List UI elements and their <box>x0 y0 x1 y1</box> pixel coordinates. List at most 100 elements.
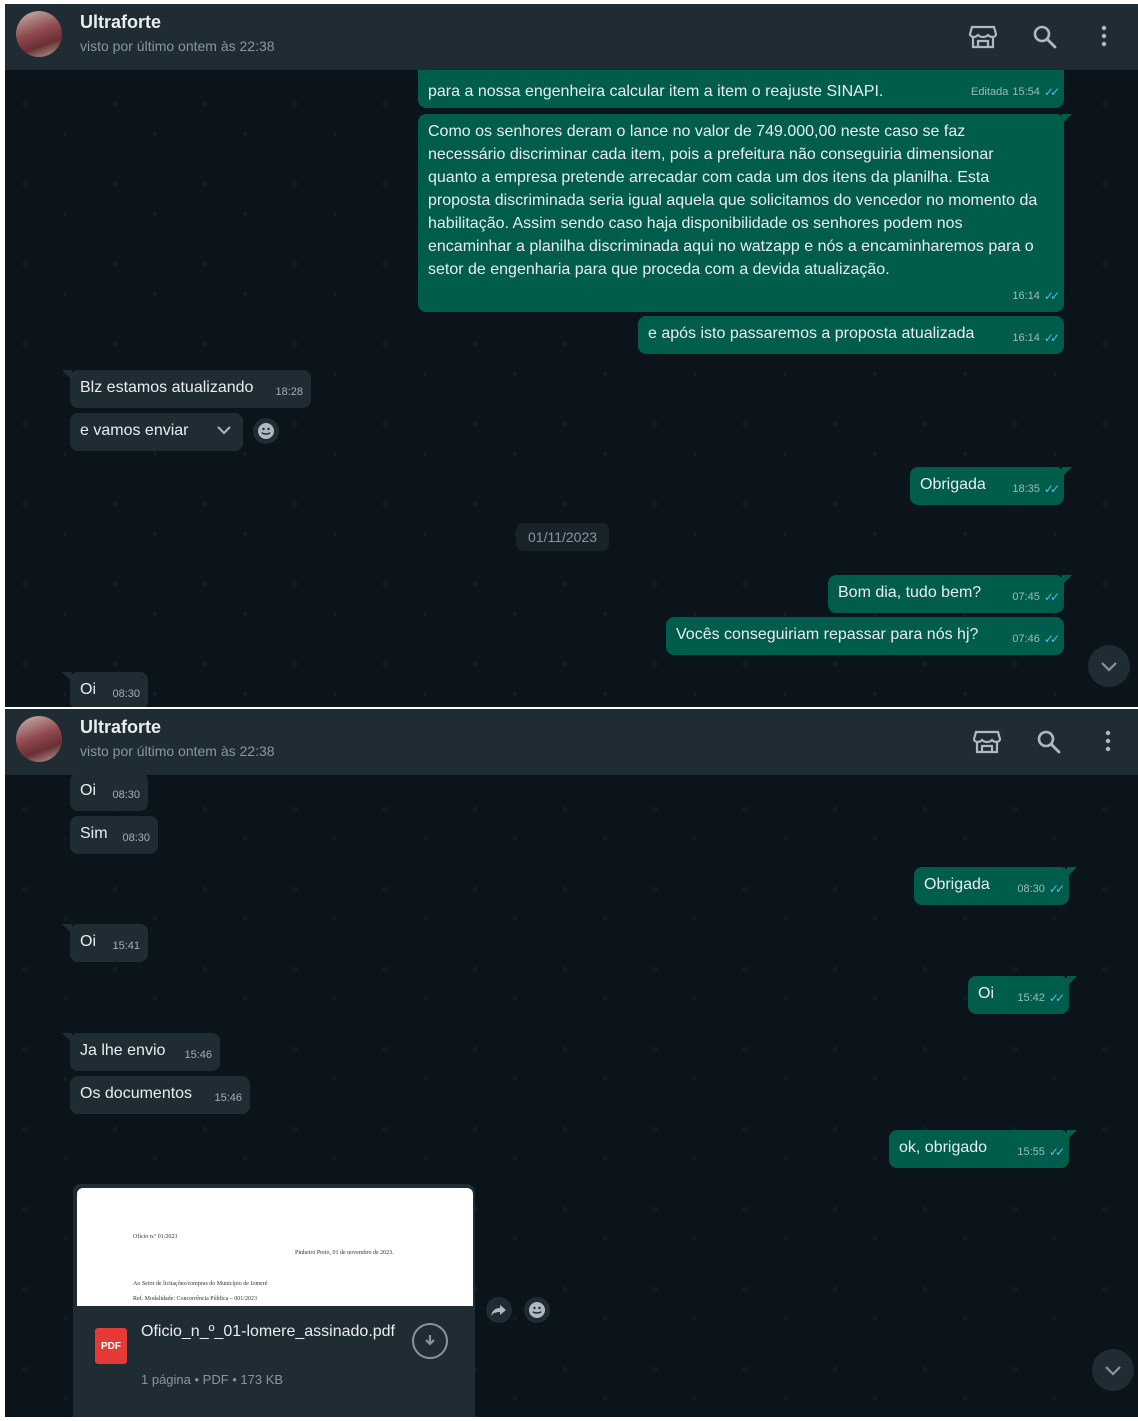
message-meta: 15:46 <box>214 1087 242 1110</box>
avatar[interactable] <box>16 11 62 57</box>
emoji-icon[interactable] <box>253 418 279 444</box>
double-check-icon: ✓✓ <box>1043 289 1060 303</box>
message-text: Oi <box>80 782 96 799</box>
message-meta: 18:28 <box>275 381 303 404</box>
double-check-icon: ✓✓ <box>1048 882 1065 896</box>
message-meta: 15:42 ✓✓ <box>1017 987 1065 1010</box>
message-time: 08:30 <box>1017 883 1045 895</box>
message-outgoing[interactable]: Obrigada 18:35 ✓✓ <box>910 467 1072 505</box>
message-time: 07:46 <box>1012 633 1040 645</box>
message-incoming[interactable]: Ja lhe envio 15:46 <box>62 1033 220 1071</box>
double-check-icon: ✓✓ <box>1043 85 1060 99</box>
message-meta: 07:46 ✓✓ <box>1012 628 1060 651</box>
forward-icon[interactable] <box>486 1297 512 1323</box>
message-text: e após isto passaremos a proposta atuali… <box>648 325 975 342</box>
message-text: Oi <box>80 681 96 698</box>
message-text: Oi <box>80 933 96 950</box>
download-button[interactable] <box>412 1323 448 1359</box>
double-check-icon: ✓✓ <box>1043 331 1060 345</box>
chevron-down-icon <box>1105 1366 1121 1376</box>
message-time: 15:54 <box>1012 86 1040 98</box>
chevron-down-icon[interactable] <box>215 421 233 446</box>
edited-label: Editada <box>971 86 1009 98</box>
message-text: Obrigada <box>920 476 986 493</box>
chat-panel-top: Ultraforte visto por último ontem às 22:… <box>5 4 1138 707</box>
message-time: 18:35 <box>1012 483 1040 495</box>
chevron-down-icon <box>1101 662 1117 672</box>
message-time: 16:14 <box>1012 332 1040 344</box>
message-text: Os documentos <box>80 1085 193 1102</box>
message-time: 15:55 <box>1017 1146 1045 1158</box>
message-outgoing[interactable]: ok, obrigado 15:55 ✓✓ <box>889 1130 1077 1168</box>
double-check-icon: ✓✓ <box>1043 590 1060 604</box>
chat-header[interactable]: Ultraforte visto por último ontem às 22:… <box>5 4 1138 70</box>
double-check-icon: ✓✓ <box>1048 991 1065 1005</box>
message-meta: 15:55 ✓✓ <box>1017 1141 1065 1164</box>
message-incoming[interactable]: Oi 08:30 <box>70 773 148 811</box>
message-outgoing[interactable]: e após isto passaremos a proposta atuali… <box>638 316 1064 354</box>
message-outgoing[interactable]: Bom dia, tudo bem? 07:45 ✓✓ <box>828 575 1072 613</box>
message-text: Oi <box>978 985 994 1002</box>
document-meta: 1 página • PDF • 173 KB <box>141 1372 284 1387</box>
message-time: 08:30 <box>112 789 140 801</box>
message-time: 18:28 <box>275 386 303 398</box>
pdf-icon: PDF <box>95 1328 127 1364</box>
message-incoming[interactable]: Os documentos 15:46 <box>70 1076 250 1114</box>
message-time: 08:30 <box>122 832 150 844</box>
message-text: Sim <box>80 825 108 842</box>
message-meta: 08:30 <box>112 784 140 807</box>
emoji-icon[interactable] <box>524 1297 550 1323</box>
message-text: para a nossa engenheira calcular item a … <box>428 83 884 100</box>
storefront-icon[interactable] <box>968 22 998 52</box>
last-seen-status: visto por último ontem às 22:38 <box>80 743 275 759</box>
message-incoming[interactable]: Oi 15:41 <box>62 924 148 962</box>
double-check-icon: ✓✓ <box>1043 482 1060 496</box>
message-text: Obrigada <box>924 876 990 893</box>
message-time: 07:45 <box>1012 591 1040 603</box>
search-icon[interactable] <box>1034 727 1064 757</box>
document-preview[interactable]: Ofício n.º 01/2023 Pinheiro Preto, 01 de… <box>77 1188 473 1306</box>
storefront-icon[interactable] <box>972 727 1002 757</box>
document-message[interactable]: Ofício n.º 01/2023 Pinheiro Preto, 01 de… <box>73 1184 475 1417</box>
message-text: Ja lhe envio <box>80 1042 166 1059</box>
message-incoming[interactable]: e vamos enviar <box>70 413 243 451</box>
scroll-down-button[interactable] <box>1092 1349 1134 1391</box>
message-outgoing[interactable]: Obrigada 08:30 ✓✓ <box>914 867 1077 905</box>
search-icon[interactable] <box>1030 22 1060 52</box>
last-seen-status: visto por último ontem às 22:38 <box>80 38 275 54</box>
message-text: e vamos enviar <box>80 422 189 439</box>
message-time: 16:14 <box>1012 290 1040 302</box>
double-check-icon: ✓✓ <box>1043 632 1060 646</box>
message-incoming[interactable]: Sim 08:30 <box>70 816 158 854</box>
preview-line: Pinheiro Preto, 01 de novembro de 2023. <box>295 1250 394 1256</box>
date-separator: 01/11/2023 <box>516 523 610 551</box>
message-time: 15:46 <box>184 1049 212 1061</box>
message-text: Vocês conseguiriam repassar para nós hj? <box>676 626 979 643</box>
message-text: Bom dia, tudo bem? <box>838 584 982 601</box>
message-meta: 07:45 ✓✓ <box>1012 586 1060 609</box>
message-text: Blz estamos atualizando <box>80 379 254 396</box>
double-check-icon: ✓✓ <box>1048 1145 1065 1159</box>
document-filename: Oficio_n_º_01-lomere_assinado.pdf <box>141 1323 395 1340</box>
menu-dots-icon[interactable] <box>1093 22 1123 52</box>
contact-name[interactable]: Ultraforte <box>80 12 161 33</box>
message-incoming[interactable]: Blz estamos atualizando 18:28 <box>62 370 311 408</box>
message-outgoing[interactable]: Como os senhores deram o lance no valor … <box>418 114 1072 312</box>
message-time: 15:41 <box>112 940 140 952</box>
avatar[interactable] <box>16 716 62 762</box>
message-outgoing[interactable]: Vocês conseguiriam repassar para nós hj?… <box>666 617 1064 655</box>
message-meta: 18:35 ✓✓ <box>1012 478 1060 501</box>
message-meta: 08:30 <box>122 827 150 850</box>
scroll-down-button[interactable] <box>1088 645 1130 687</box>
message-time: 15:46 <box>214 1092 242 1104</box>
message-meta: 15:41 <box>112 935 140 958</box>
chat-panel-bottom: Ultraforte visto por último ontem às 22:… <box>5 709 1138 1417</box>
message-incoming[interactable]: Oi 08:30 <box>62 672 148 707</box>
message-time: 15:42 <box>1017 992 1045 1004</box>
message-meta: 08:30 ✓✓ <box>1017 878 1065 901</box>
menu-dots-icon[interactable] <box>1097 727 1127 757</box>
message-meta: 08:30 <box>112 683 140 706</box>
chat-header[interactable]: Ultraforte visto por último ontem às 22:… <box>5 709 1138 775</box>
message-outgoing[interactable]: Oi 15:42 ✓✓ <box>968 976 1077 1014</box>
contact-name[interactable]: Ultraforte <box>80 717 161 738</box>
